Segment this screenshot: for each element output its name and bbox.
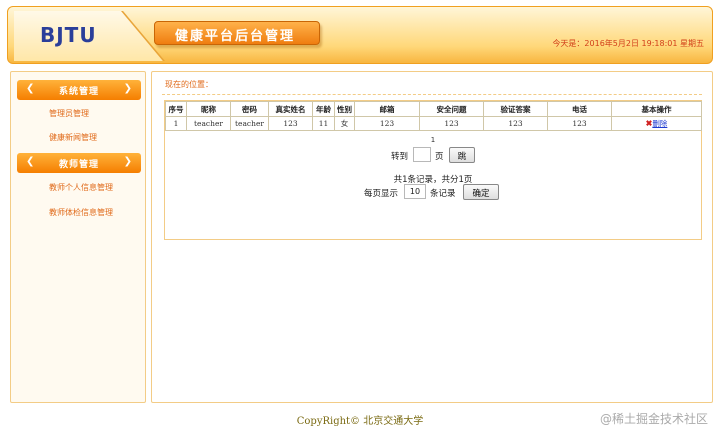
current-date: 今天是：2016年5月2日 19:18:01 星期五 — [552, 39, 704, 48]
app-frame: BJTU 健康平台后台管理 今天是：2016年5月2日 19:18:01 星期五… — [0, 0, 720, 442]
page-number[interactable]: 1 — [165, 136, 701, 144]
column-header: 序号 — [165, 101, 187, 117]
table-cell: 1 — [165, 116, 187, 131]
table-cell: teacher — [186, 116, 231, 131]
column-header: 基本操作 — [611, 101, 702, 117]
watermark: @稀土掘金技术社区 — [599, 412, 708, 426]
chevron-right-icon: ❯ — [123, 83, 132, 94]
column-header: 性别 — [334, 101, 355, 117]
confirm-button[interactable]: 确定 — [463, 184, 499, 200]
sidebar-item-teacher-checkup[interactable]: 教师体检信息管理 — [49, 207, 113, 218]
content-box: 序号 昵称 密码 真实姓名 年龄 性别 邮箱 安全问题 验证答案 电话 基本操作 — [164, 100, 702, 240]
table-cell: 123 — [268, 116, 313, 131]
sidebar-item-admin[interactable]: 管理员管理 — [49, 108, 89, 119]
table-cell: 123 — [354, 116, 420, 131]
logo: BJTU — [40, 23, 97, 47]
column-header: 年龄 — [312, 101, 335, 117]
page-unit-label: 页 — [435, 152, 444, 162]
table-cell: 11 — [312, 116, 335, 131]
table-cell: 女 — [334, 116, 355, 131]
column-header: 真实姓名 — [268, 101, 313, 117]
record-summary: 共1条记录，共分1页 — [393, 175, 473, 185]
sidebar-item-teacher-info[interactable]: 教师个人信息管理 — [49, 182, 113, 193]
chevron-right-icon: ❯ — [123, 156, 132, 167]
table-cell: 123 — [547, 116, 612, 131]
column-header: 密码 — [230, 101, 269, 117]
column-header: 安全问题 — [419, 101, 484, 117]
page-title-banner: 健康平台后台管理 — [154, 21, 320, 45]
column-header: 电话 — [547, 101, 612, 117]
sidebar-item-health-news[interactable]: 健康新闻管理 — [49, 132, 97, 143]
goto-label: 转到 — [391, 152, 409, 162]
table-row: 1 teacher teacher 123 11 女 123 123 123 1… — [165, 116, 702, 131]
column-header: 邮箱 — [354, 101, 420, 117]
main-panel: 现在的位置： 序号 昵称 密码 真实姓名 年龄 性别 邮箱 安全问题 验证答案 … — [151, 71, 713, 403]
sidebar-group-label: 系统管理 — [58, 87, 99, 97]
table-header-row: 序号 昵称 密码 真实姓名 年龄 性别 邮箱 安全问题 验证答案 电话 基本操作 — [165, 101, 702, 117]
column-header: 昵称 — [186, 101, 231, 117]
sidebar-group-label: 教师管理 — [58, 160, 99, 170]
sidebar-group-system[interactable]: ❮ 系统管理 ❯ — [17, 80, 141, 100]
table-cell: 123 — [483, 116, 548, 131]
page-title: 健康平台后台管理 — [175, 29, 296, 44]
table-cell-actions: ✖删除 — [611, 116, 702, 131]
delete-link[interactable]: 删除 — [652, 119, 667, 128]
divider — [162, 94, 702, 95]
sidebar: ❮ 系统管理 ❯ 管理员管理 健康新闻管理 ❮ 教师管理 ❯ 教师个人信息管理 … — [10, 71, 146, 403]
records-unit-label: 条记录 — [430, 189, 456, 199]
per-page-label: 每页显示 — [364, 189, 399, 199]
breadcrumb: 现在的位置： — [165, 80, 213, 89]
column-header: 验证答案 — [483, 101, 548, 117]
header-banner: BJTU 健康平台后台管理 今天是：2016年5月2日 19:18:01 星期五 — [7, 6, 713, 64]
per-page-input[interactable]: 10 — [404, 184, 426, 199]
sidebar-group-teacher[interactable]: ❮ 教师管理 ❯ — [17, 153, 141, 173]
jump-button[interactable]: 跳 — [449, 147, 475, 163]
teacher-table: 序号 昵称 密码 真实姓名 年龄 性别 邮箱 安全问题 验证答案 电话 基本操作 — [165, 101, 702, 131]
table-cell: teacher — [230, 116, 269, 131]
goto-page-input[interactable] — [413, 147, 431, 162]
table-cell: 123 — [419, 116, 484, 131]
